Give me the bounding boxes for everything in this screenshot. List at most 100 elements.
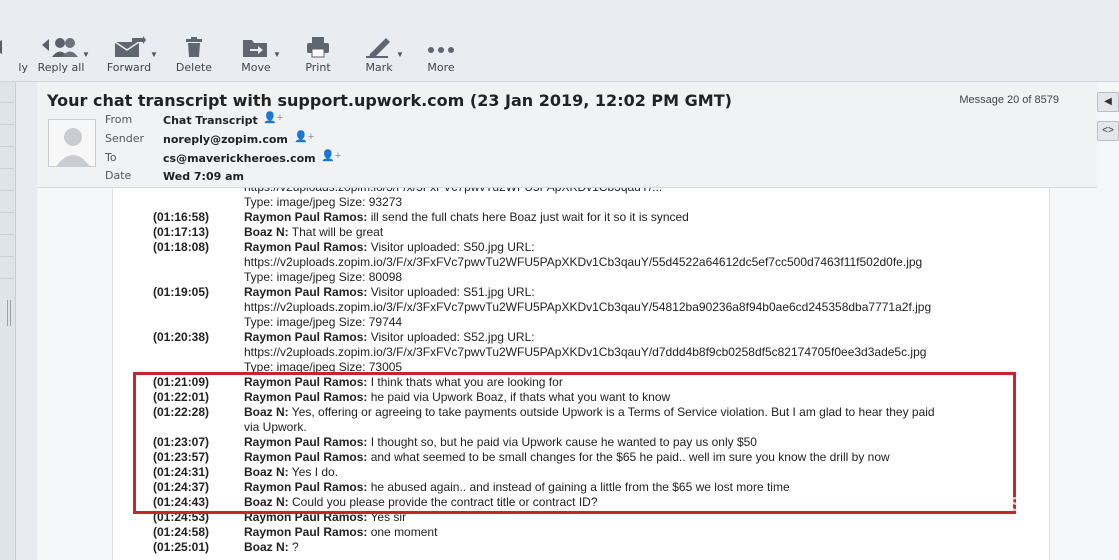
mark-caret-icon[interactable]: ▼: [396, 50, 404, 59]
timestamp: (01:24:58): [153, 525, 210, 539]
folder-move-icon: [243, 40, 267, 57]
reply-all-label: Reply all: [37, 61, 85, 74]
message-content: ?: [288, 540, 299, 554]
toolbar: ly ▼ Reply all ▼ Forward Delete ▼ Move P…: [0, 0, 1119, 82]
forward-label: Forward: [106, 61, 152, 74]
from-label: From: [105, 113, 133, 126]
move-caret-icon[interactable]: ▼: [273, 50, 281, 59]
message-text: https://v2uploads.zopim.io/3/F/x/3FxFVc7…: [244, 255, 922, 270]
message-content: Type: image/jpeg Size: 93273: [244, 195, 403, 209]
transcript-line: (01:19:05) Raymon Paul Ramos: Visitor upl…: [113, 285, 1049, 300]
divider: [0, 124, 14, 125]
message-text: Raymon Paul Ramos: Visitor uploaded: S52…: [244, 330, 535, 345]
printer-icon: [307, 37, 329, 58]
pen-icon: [366, 38, 390, 58]
message-content: ill send the full chats here Boaz just w…: [367, 210, 689, 224]
add-contact-icon[interactable]: 👤+: [263, 111, 283, 124]
message-text: https://v2uploads.zopim.io/3/F/x/3FxFVc7…: [244, 300, 931, 315]
message-text: https://v2uploads.zopim.io/3/F/x/3FxFVc7…: [244, 345, 926, 360]
pane-resize-handle[interactable]: [7, 300, 13, 326]
avatar: [48, 119, 96, 167]
transcript-line: (01:20:38) Raymon Paul Ramos: Visitor upl…: [113, 330, 1049, 345]
more-button[interactable]: More: [406, 36, 476, 76]
message-content: Visitor uploaded: S52.jpg URL:: [367, 330, 535, 344]
date-label: Date: [105, 169, 132, 182]
print-label: Print: [305, 61, 331, 74]
forward-button[interactable]: ▼ Forward: [94, 36, 164, 76]
message-content: one moment: [367, 525, 438, 539]
timestamp: (01:25:01): [153, 540, 210, 554]
trash-icon: [186, 37, 202, 57]
to-label: To: [105, 151, 117, 164]
divider: [0, 256, 14, 257]
transcript-line: Type: image/jpeg Size: 79744: [113, 315, 1049, 330]
divider: [0, 212, 14, 213]
message-count: Message 20 of 8579: [959, 94, 1059, 106]
speaker-name: Raymon Paul Ramos:: [244, 240, 368, 254]
message-text: Type: image/jpeg Size: 80098: [244, 270, 402, 285]
message-content: That will be great: [288, 225, 384, 239]
reply-icon: [0, 40, 2, 54]
speaker-name: Raymon Paul Ramos:: [244, 210, 368, 224]
more-dots-icon: [428, 47, 454, 53]
transcript-line: (01:17:13) Boaz N: That will be great: [113, 225, 1049, 240]
reply-all-caret-icon[interactable]: ▼: [82, 50, 90, 59]
person-icon: [49, 120, 95, 166]
code-arrows-icon: <>: [1102, 125, 1114, 136]
divider: [0, 146, 14, 147]
transcript-line: (01:25:01) Boaz N: ?: [113, 540, 1049, 555]
message-text: Raymon Paul Ramos: one moment: [244, 525, 437, 540]
transcript-line: Type: image/jpeg Size: 80098: [113, 270, 1049, 285]
forward-caret-icon[interactable]: ▼: [150, 50, 158, 59]
move-button[interactable]: ▼ Move: [221, 36, 291, 76]
add-contact-icon[interactable]: 👤+: [321, 149, 341, 162]
triangle-left-icon: ◀: [1104, 96, 1112, 107]
add-contact-icon[interactable]: 👤+: [294, 130, 314, 143]
expand-toggle-button[interactable]: <>: [1097, 121, 1119, 141]
speaker-name: Boaz N:: [244, 540, 289, 554]
highlight-box: [133, 372, 1016, 514]
move-label: Move: [241, 61, 271, 74]
message-content: https://v2uploads.zopim.io/3/F/x/3FxFVc7…: [244, 345, 927, 359]
reply-all-button[interactable]: ▼ Reply all: [26, 36, 96, 76]
divider: [0, 190, 14, 191]
message-content: Visitor uploaded: S50.jpg URL:: [367, 240, 535, 254]
forward-icon: [114, 36, 146, 57]
message-text: Raymon Paul Ramos: ill send the full cha…: [244, 210, 689, 225]
divider: [0, 234, 14, 235]
timestamp: (01:19:05): [153, 285, 210, 299]
transcript-line: https://v2uploads.zopim.io/3/F/x/3FxFVc7…: [113, 345, 1049, 360]
speaker-name: Raymon Paul Ramos:: [244, 285, 368, 299]
mark-label: Mark: [365, 61, 393, 74]
delete-button[interactable]: Delete: [159, 36, 229, 76]
print-button[interactable]: Print: [283, 36, 353, 76]
message-content: https://v2uploads.zopim.io/3/F/x/3FxFVc7…: [244, 188, 662, 194]
delete-label: Delete: [175, 61, 213, 74]
message-content: https://v2uploads.zopim.io/3/F/x/3FxFVc7…: [244, 255, 923, 269]
message-text: Boaz N: ?: [244, 540, 299, 555]
more-label: More: [427, 61, 455, 74]
previous-message-button[interactable]: ◀: [1097, 92, 1119, 112]
speaker-name: Raymon Paul Ramos:: [244, 525, 368, 539]
date-value: Wed 7:09 am: [163, 170, 244, 183]
transcript-line: (01:16:58) Raymon Paul Ramos: ill send th…: [113, 210, 1049, 225]
mark-button[interactable]: ▼ Mark: [344, 36, 414, 76]
message-content: Visitor uploaded: S51.jpg URL:: [367, 285, 535, 299]
transcript-line: (01:18:08) Raymon Paul Ramos: Visitor upl…: [113, 240, 1049, 255]
to-value[interactable]: cs@maverickheroes.com: [163, 152, 316, 165]
message-content: Type: image/jpeg Size: 80098: [244, 270, 403, 284]
message-content: Type: image/jpeg Size: 79744: [244, 315, 403, 329]
message-content: https://v2uploads.zopim.io/3/F/x/3FxFVc7…: [244, 300, 932, 314]
transcript-line: (01:24:58) Raymon Paul Ramos: one moment: [113, 525, 1049, 540]
from-value[interactable]: Chat Transcript: [163, 114, 258, 127]
sender-label: Sender: [105, 132, 144, 145]
sender-value[interactable]: noreply@zopim.com: [163, 133, 288, 146]
speaker-name: Boaz N:: [244, 225, 289, 239]
transcript-line: https://v2uploads.zopim.io/3/F/x/3FxFVc7…: [113, 300, 1049, 315]
message-text: Raymon Paul Ramos: Visitor uploaded: S51…: [244, 285, 535, 300]
timestamp: (01:20:38): [153, 330, 210, 344]
timestamp: (01:18:08): [153, 240, 210, 254]
timestamp: (01:16:58): [153, 210, 210, 224]
message-text: Type: image/jpeg Size: 93273: [244, 195, 402, 210]
transcript-line: https://v2uploads.zopim.io/3/F/x/3FxFVc7…: [113, 188, 1049, 195]
